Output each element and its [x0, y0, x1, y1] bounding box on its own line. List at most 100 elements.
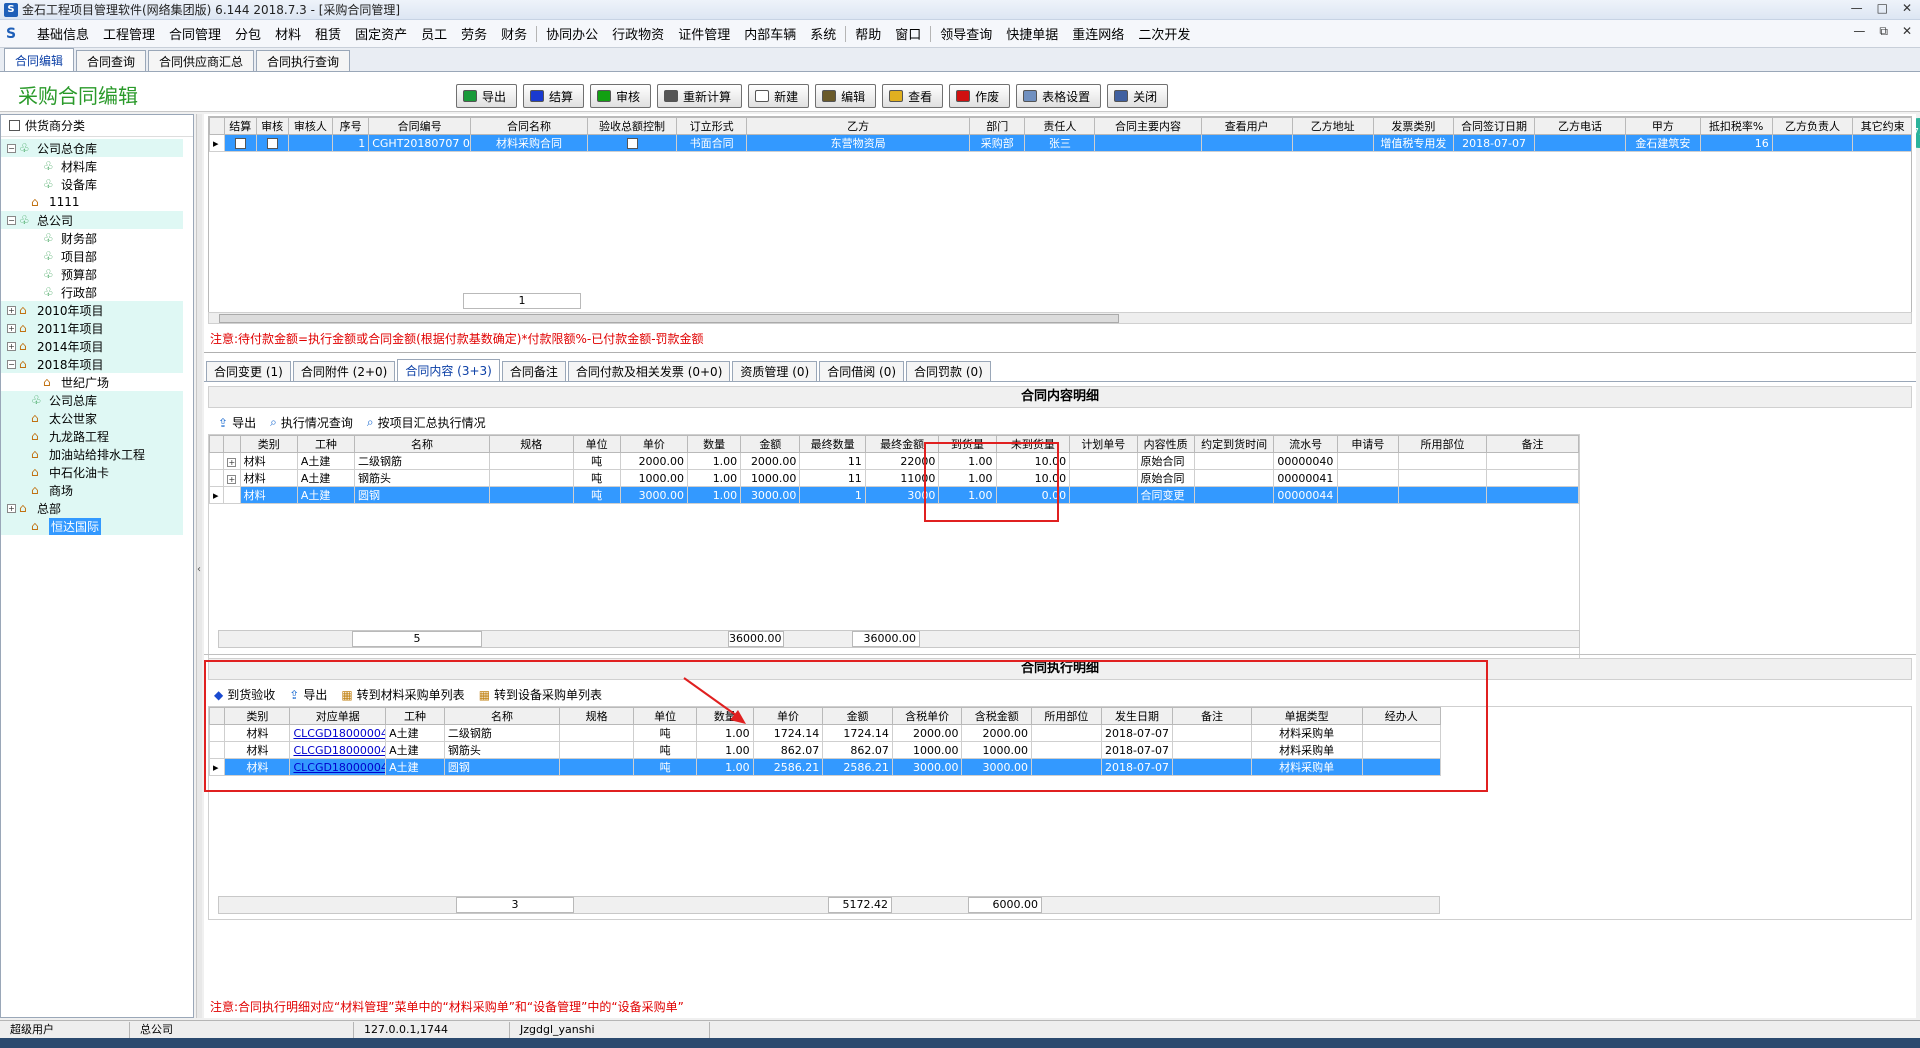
column-header[interactable]: 流水号 [1273, 435, 1338, 453]
cell-checkbox[interactable] [626, 138, 638, 149]
column-header[interactable]: 甲方 [1625, 117, 1701, 135]
column-header[interactable]: 合同签订日期 [1453, 117, 1535, 135]
column-header[interactable]: 合同名称 [470, 117, 588, 135]
menu-item[interactable]: 分包 [228, 24, 268, 43]
menu-item[interactable]: 租赁 [308, 24, 348, 43]
detail-tab-5[interactable]: 资质管理 (0) [732, 361, 818, 381]
table-row[interactable]: + 材料 A土建 钢筋头吨 1000.00 1.00 1000.00 11 11000 1.00 1… [208, 469, 1580, 487]
maximize-button[interactable]: □ [1877, 1, 1888, 15]
tree-node[interactable]: ♧ 项目部 [1, 247, 183, 265]
expand-icon[interactable]: + [7, 341, 16, 351]
column-header[interactable]: 乙方 [746, 117, 971, 135]
column-header[interactable]: 乙方地址 [1291, 117, 1374, 135]
scrollbar-thumb[interactable] [219, 314, 1119, 323]
menu-item[interactable]: 窗口 [888, 24, 928, 43]
row-expand-cell[interactable] [223, 486, 241, 504]
row-expand-cell[interactable]: + [223, 469, 241, 487]
toolbar-button[interactable]: 导出 [456, 84, 518, 108]
column-header[interactable]: 部门 [969, 117, 1026, 135]
tree-node[interactable]: ⌂ 加油站给排水工程 [1, 445, 183, 463]
tab-1[interactable]: 合同查询 [76, 50, 147, 71]
menu-item[interactable]: 劳务 [454, 24, 494, 43]
tree-node[interactable]: ♧ 财务部 [1, 229, 183, 247]
column-header[interactable]: 金额 [740, 435, 801, 453]
project-summary-button[interactable]: ⌕ 按项目汇总执行情况 [367, 414, 486, 431]
minimize-button[interactable]: — [1851, 1, 1863, 15]
column-header[interactable]: 名称 [354, 435, 490, 453]
detail-tab-7[interactable]: 合同罚款 (0) [906, 361, 991, 381]
menu-item[interactable]: 证件管理 [671, 24, 737, 43]
expand-icon[interactable]: + [7, 305, 16, 315]
menu-item[interactable]: 工程管理 [96, 24, 162, 43]
column-header[interactable]: 申请号 [1336, 435, 1400, 453]
column-header[interactable]: 单位 [572, 435, 621, 453]
toolbar-button[interactable]: 编辑 [815, 84, 877, 108]
expand-icon[interactable]: + [7, 503, 16, 513]
toolbar-button[interactable]: 表格设置 [1016, 84, 1102, 108]
column-header[interactable]: 乙方负责人 [1771, 117, 1854, 135]
tree-node[interactable]: ♧ 预算部 [1, 265, 183, 283]
column-header[interactable]: 查看用户 [1200, 117, 1293, 135]
column-header[interactable]: 工种 [296, 435, 356, 453]
menu-item[interactable]: 帮助 [848, 24, 888, 43]
detail-tab-1[interactable]: 合同附件 (2+0) [292, 361, 396, 381]
tab-0[interactable]: 合同编辑 [4, 48, 75, 71]
column-header[interactable]: 发票类别 [1372, 117, 1455, 135]
column-header[interactable]: 结算 [223, 117, 257, 135]
tree-node[interactable]: ⌂ 太公世家 [1, 409, 183, 427]
panel-splitter[interactable]: ‹ [196, 114, 202, 1018]
menu-item[interactable]: 财务 [494, 24, 534, 43]
tree-node[interactable]: ⌂ 九龙路工程 [1, 427, 183, 445]
column-header[interactable]: 乙方电话 [1533, 117, 1627, 135]
tree-node[interactable]: + ⌂ 2014年项目 [1, 337, 183, 355]
menu-item[interactable]: 二次开发 [1131, 24, 1197, 43]
tree-node[interactable]: − ♧ 总公司 [1, 211, 183, 229]
tree-node[interactable]: ♧ 行政部 [1, 283, 183, 301]
column-header[interactable]: 所用部位 [1398, 435, 1487, 453]
column-header[interactable]: 验收总额控制 [586, 117, 678, 135]
detail-tab-6[interactable]: 合同借阅 (0) [819, 361, 905, 381]
detail-tab-2[interactable]: 合同内容 (3+3) [397, 359, 500, 381]
tab-2[interactable]: 合同供应商汇总 [148, 50, 255, 71]
tree-node[interactable]: − ⌂ 2018年项目 [1, 355, 183, 373]
collapse-arrow-icon[interactable]: ‹ [197, 564, 201, 575]
execution-query-button[interactable]: ⌕ 执行情况查询 [270, 414, 353, 431]
detail-tab-0[interactable]: 合同变更 (1) [206, 361, 291, 381]
column-header[interactable]: 其它约束 [1852, 117, 1911, 135]
column-header[interactable]: 数量 [687, 435, 742, 453]
close-button[interactable]: ✕ [1902, 1, 1912, 15]
column-header[interactable]: 单价 [619, 435, 689, 453]
contract-horizontal-scrollbar[interactable] [208, 312, 1912, 324]
column-header[interactable]: 责任人 [1024, 117, 1096, 135]
detail-tab-4[interactable]: 合同付款及相关发票 (0+0) [567, 361, 731, 381]
tree-node[interactable]: ♧ 公司总库 [1, 391, 183, 409]
tree-node[interactable]: ♧ 材料库 [1, 157, 183, 175]
menu-item[interactable]: 领导查询 [933, 24, 999, 43]
tree-node[interactable]: ⌂ 中石化油卡 [1, 463, 183, 481]
tree-node[interactable]: + ⌂ 2010年项目 [1, 301, 183, 319]
column-header[interactable]: 计划单号 [1069, 435, 1138, 453]
column-header[interactable]: 最终数量 [799, 435, 866, 453]
tab-3[interactable]: 合同执行查询 [256, 50, 351, 71]
row-expand-cell[interactable]: + [223, 452, 241, 470]
toolbar-button[interactable]: 查看 [882, 84, 944, 108]
column-header[interactable]: 类别 [239, 435, 298, 453]
mdi-minimize-button[interactable]: — [1853, 24, 1865, 39]
cell-checkbox[interactable] [234, 138, 246, 149]
column-header[interactable]: 规格 [488, 435, 574, 453]
menu-item[interactable]: 重连网络 [1065, 24, 1131, 43]
cell-checkbox[interactable] [266, 138, 278, 149]
tree-node[interactable]: ⌂ 恒达国际 [1, 517, 183, 535]
column-header[interactable]: 审核人 [287, 117, 334, 135]
column-header[interactable]: 序号 [332, 117, 370, 135]
collapse-icon[interactable]: − [7, 359, 16, 369]
table-row[interactable]: ▸ 材料 A土建 圆钢吨 3000.00 1.00 3000.00 1 3000 1.00 0.00… [208, 486, 1580, 504]
toolbar-button[interactable]: 关闭 [1107, 84, 1169, 108]
menu-item[interactable]: 基础信息 [30, 24, 96, 43]
menu-item[interactable]: 内部车辆 [737, 24, 803, 43]
expand-icon[interactable]: + [227, 457, 237, 467]
column-header[interactable]: 抵扣税率% [1699, 117, 1773, 135]
tree-node[interactable]: + ⌂ 2011年项目 [1, 319, 183, 337]
collapse-icon[interactable]: − [7, 215, 16, 225]
menu-item[interactable]: 合同管理 [162, 24, 228, 43]
